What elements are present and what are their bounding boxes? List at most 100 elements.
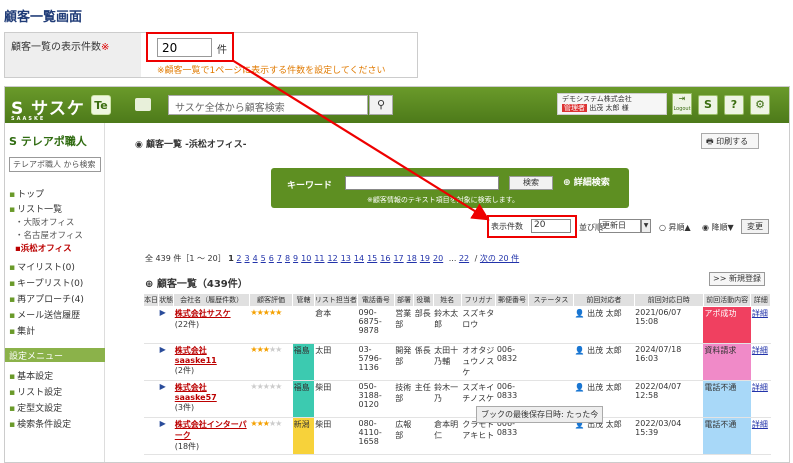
pager-link[interactable]: 11 — [314, 254, 324, 263]
pager-link[interactable]: 20 — [433, 254, 443, 263]
sort-select[interactable]: 更新日 — [599, 219, 641, 233]
keyword-search-panel: キーワード 検索 ⊕ 詳細検索 ※顧客情報のテキスト項目を対象に検索します。 — [271, 168, 629, 208]
print-button[interactable]: 🖶 印刷する — [701, 133, 759, 149]
pager-link[interactable]: 9 — [293, 254, 298, 263]
sidebar-item-list[interactable]: ▪ リスト一覧 — [9, 202, 62, 215]
sidebar-item-summary[interactable]: ▪ 集計 — [9, 324, 35, 337]
pager-link[interactable]: 7 — [277, 254, 282, 263]
detail-search-button[interactable]: ⊕ 詳細検索 — [563, 175, 610, 188]
pager-link[interactable]: 19 — [420, 254, 430, 263]
new-register-button[interactable]: >> 新規登録 — [709, 272, 765, 286]
chevron-down-icon[interactable]: ▼ — [641, 219, 651, 233]
pager-link[interactable]: 15 — [367, 254, 377, 263]
activity-cell: アポ成功 — [703, 306, 751, 344]
logo[interactable]: S サスケ SAASKE — [11, 94, 85, 122]
detail-link[interactable]: 詳細 — [750, 343, 771, 381]
pager-link[interactable]: 14 — [354, 254, 364, 263]
sort-asc-radio[interactable]: ○ 昇順▲ — [659, 222, 691, 233]
column-header: リスト担当者 — [313, 293, 359, 307]
column-header: 郵便番号 — [495, 293, 529, 307]
detail-link[interactable]: 詳細 — [750, 417, 771, 455]
sidebar-item-top[interactable]: ▪ トップ — [9, 187, 44, 200]
settings-item-basic[interactable]: ▪ 基本設定 — [9, 369, 53, 382]
sidebar-item-mail-history[interactable]: ▪ メール送信履歴 — [9, 308, 80, 321]
settings-item-template[interactable]: ▪ 定型文設定 — [9, 401, 62, 414]
detail-link[interactable]: 詳細 — [750, 380, 771, 418]
sort-desc-radio[interactable]: ◉ 降順▼ — [702, 222, 734, 233]
pager-link[interactable]: 8 — [285, 254, 290, 263]
logout-icon[interactable]: ⇥ Logout — [672, 93, 692, 115]
pager-link[interactable]: 18 — [407, 254, 417, 263]
search-icon[interactable]: ⚲ — [369, 95, 393, 115]
company-link[interactable]: 株式会社saaske57 — [175, 383, 217, 402]
sidebar-item-osaka[interactable]: ・大阪オフィス — [15, 216, 74, 228]
sidebar-item-hamamatsu[interactable]: ▪浜松オフィス — [15, 242, 72, 254]
state-icon[interactable]: ▶ — [158, 343, 174, 381]
pager-next[interactable]: 次の 20 件 — [480, 254, 519, 263]
gear-icon[interactable]: ⚙ — [750, 95, 770, 115]
column-header: 本日 — [142, 293, 160, 307]
help-icon[interactable]: ? — [724, 95, 744, 115]
top-bar: S サスケ SAASKE Te サスケ全体から顧客検索 ⚲ デモシステム株式会社 … — [5, 87, 789, 123]
keyword-note: ※顧客情報のテキスト項目を対象に検索します。 — [367, 196, 519, 204]
position-cell: 係長 — [413, 343, 434, 381]
rep-cell: 柴田 — [314, 380, 358, 418]
detail-link[interactable]: 詳細 — [750, 306, 771, 344]
sidebar-item-nagoya[interactable]: ・名古屋オフィス — [15, 229, 83, 241]
company-link[interactable]: 株式会社saaske11 — [175, 346, 217, 365]
company-cell: 株式会社インターパーク (18件) — [173, 417, 250, 455]
te-button[interactable]: Te — [91, 95, 111, 115]
date-cell: 2022/04/07 12:58 — [634, 380, 704, 418]
pager-link[interactable]: 6 — [269, 254, 274, 263]
pager-link[interactable]: 12 — [328, 254, 338, 263]
state-icon[interactable]: ▶ — [158, 306, 174, 344]
state-icon[interactable]: ▶ — [158, 417, 174, 455]
dept-cell: 広報部 — [394, 417, 414, 455]
pager-link-last[interactable]: 22 — [459, 254, 469, 263]
company-link[interactable]: 株式会社サスケ — [175, 309, 231, 318]
keyword-search-button[interactable]: 検索 — [509, 176, 553, 190]
settings-item-search-condition[interactable]: ▪ 検索条件設定 — [9, 417, 71, 430]
pager-current: 1 — [228, 254, 234, 263]
s-icon[interactable]: S — [698, 95, 718, 115]
column-header: 電話番号 — [357, 293, 395, 307]
state-icon[interactable]: ▶ — [158, 380, 174, 418]
pager-link[interactable]: 17 — [393, 254, 403, 263]
kana-cell: スズキタロウ — [461, 306, 496, 344]
change-button[interactable]: 変更 — [741, 219, 769, 234]
sidebar-item-reapproach[interactable]: ▪ 再アプローチ(4) — [9, 292, 84, 305]
list-title: ⊕ 顧客一覧（439件） — [145, 279, 248, 290]
sidebar-title: S テレアポ職人 — [9, 135, 87, 148]
pager-link[interactable]: 16 — [380, 254, 390, 263]
pager-link[interactable]: 10 — [301, 254, 311, 263]
sidebar-search-input[interactable]: テレアポ職人 から検索 — [9, 157, 101, 172]
region-cell: 新潟 — [292, 417, 315, 455]
keyword-input[interactable] — [345, 176, 499, 190]
tel-cell: 080-4110-1658 — [357, 417, 395, 455]
column-header: 状態 — [158, 293, 175, 307]
pager-link[interactable]: 4 — [253, 254, 258, 263]
dept-cell: 営業部 — [394, 306, 414, 344]
settings-menu-header[interactable]: 設定メニュー — [5, 348, 105, 362]
rating-stars: ★★★★★ — [249, 380, 293, 418]
chat-icon[interactable] — [135, 98, 151, 111]
global-search-input[interactable]: サスケ全体から顧客検索 — [168, 95, 368, 115]
pager-link[interactable]: 3 — [244, 254, 249, 263]
column-header: 管轄 — [292, 293, 315, 307]
keyword-label: キーワード — [287, 181, 333, 191]
pager-link[interactable]: 2 — [236, 254, 241, 263]
highlight-box — [487, 215, 577, 238]
dept-cell: 技術部 — [394, 380, 414, 418]
zip-cell — [495, 306, 529, 344]
settings-item-list[interactable]: ▪ リスト設定 — [9, 385, 62, 398]
pager-link[interactable]: 5 — [261, 254, 266, 263]
responder-cell: 👤 出茂 太郎 — [573, 343, 635, 381]
sidebar-item-keeplist[interactable]: ▪ キープリスト(0) — [9, 276, 83, 289]
pager-link[interactable]: 13 — [341, 254, 351, 263]
sidebar-item-mylist[interactable]: ▪ マイリスト(0) — [9, 260, 75, 273]
setting-note: ※顧客一覧で1ページに表示する件数を設定してください — [157, 66, 386, 76]
company-link[interactable]: 株式会社インターパーク — [175, 420, 247, 440]
today-cell — [143, 343, 159, 381]
zip-cell: 006-0833 — [495, 417, 529, 455]
today-cell — [143, 417, 159, 455]
